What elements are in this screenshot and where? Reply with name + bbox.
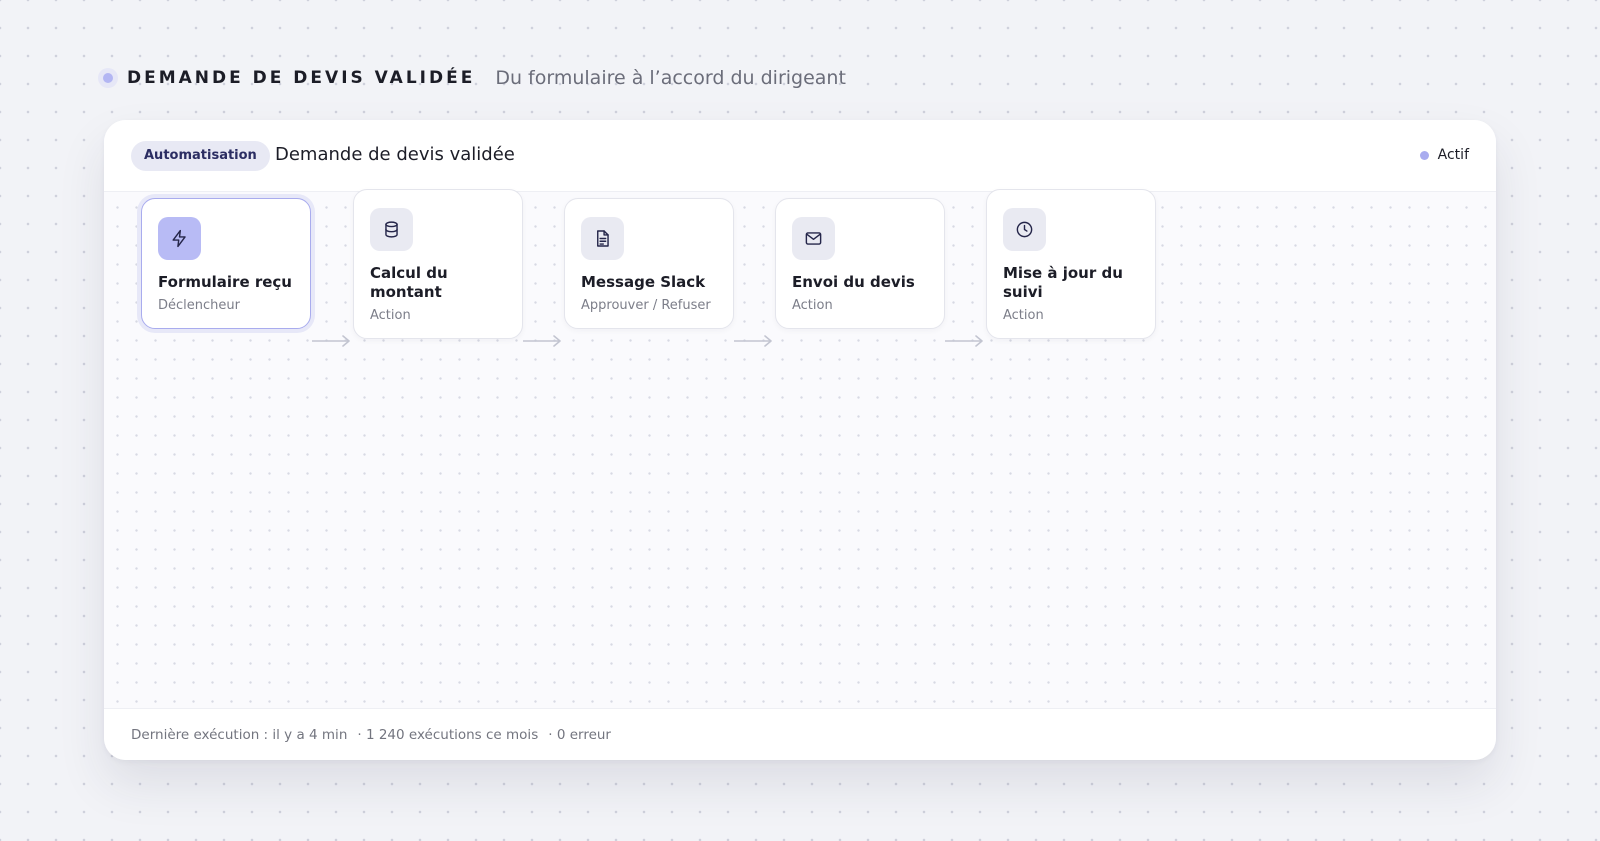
clock-icon (1016, 221, 1033, 238)
lightning-icon (172, 229, 186, 248)
node-icon-container (158, 217, 201, 260)
automation-tag[interactable]: Automatisation (131, 141, 270, 171)
node-icon-container (1003, 208, 1046, 251)
workflow-title: Demande de devis validée (275, 144, 515, 165)
database-icon (385, 221, 398, 238)
node-icon-container (370, 208, 413, 251)
mail-icon (805, 232, 822, 245)
node-icon-container (581, 217, 624, 260)
status-dot (1419, 150, 1429, 160)
workflow-node-slack-message[interactable]: Message Slack Approuver / Refuser (564, 198, 734, 329)
document-icon (597, 230, 609, 247)
node-icon-container (792, 217, 835, 260)
connector-arrow (523, 335, 561, 347)
status-badge[interactable]: Actif (1419, 147, 1469, 163)
node-title: Envoi du devis (792, 273, 915, 291)
workflow-node-send-quote[interactable]: Envoi du devis Action (775, 198, 945, 329)
connector-arrow (734, 335, 772, 347)
node-title: Mise à jour du suivi (1003, 264, 1123, 301)
workflow-node-compute-amount[interactable]: Calcul du montant Action (353, 189, 523, 339)
workflow-canvas[interactable]: Formulaire reçu Déclencheur Calcul du mo… (104, 189, 1496, 708)
workflow-node-form-received[interactable]: Formulaire reçu Déclencheur (141, 198, 311, 329)
node-title: Calcul du montant (370, 264, 448, 301)
status-label: Actif (1437, 147, 1469, 163)
connector-arrow (312, 335, 350, 347)
connector-arrow (945, 335, 983, 347)
card-header: Automatisation Demande de devis validée … (104, 120, 1496, 192)
card-footer: Dernière exécution : il y a 4 min · 1 24… (104, 708, 1496, 760)
runs-count-text: · 1 240 exécutions ce mois (357, 726, 539, 743)
errors-count-text: · 0 erreur (548, 726, 611, 743)
last-run-text: Dernière exécution : il y a 4 min (131, 726, 348, 743)
workflow-card: Automatisation Demande de devis validée … (104, 120, 1496, 760)
page-header: DEMANDE DE DEVIS VALIDÉE Du formulaire à… (98, 64, 846, 92)
header-dot (103, 73, 113, 83)
node-subtitle: Action (1003, 308, 1044, 323)
node-title: Message Slack (581, 273, 706, 291)
node-subtitle: Action (792, 298, 833, 313)
node-subtitle: Approuver / Refuser (581, 298, 711, 313)
page-title: DEMANDE DE DEVIS VALIDÉE (127, 68, 476, 88)
node-subtitle: Déclencheur (158, 298, 240, 313)
node-title: Formulaire reçu (158, 273, 292, 291)
workflow-node-update-tracking[interactable]: Mise à jour du suivi Action (986, 189, 1156, 339)
node-subtitle: Action (370, 308, 411, 323)
page-subtitle: Du formulaire à l’accord du dirigeant (495, 67, 846, 89)
